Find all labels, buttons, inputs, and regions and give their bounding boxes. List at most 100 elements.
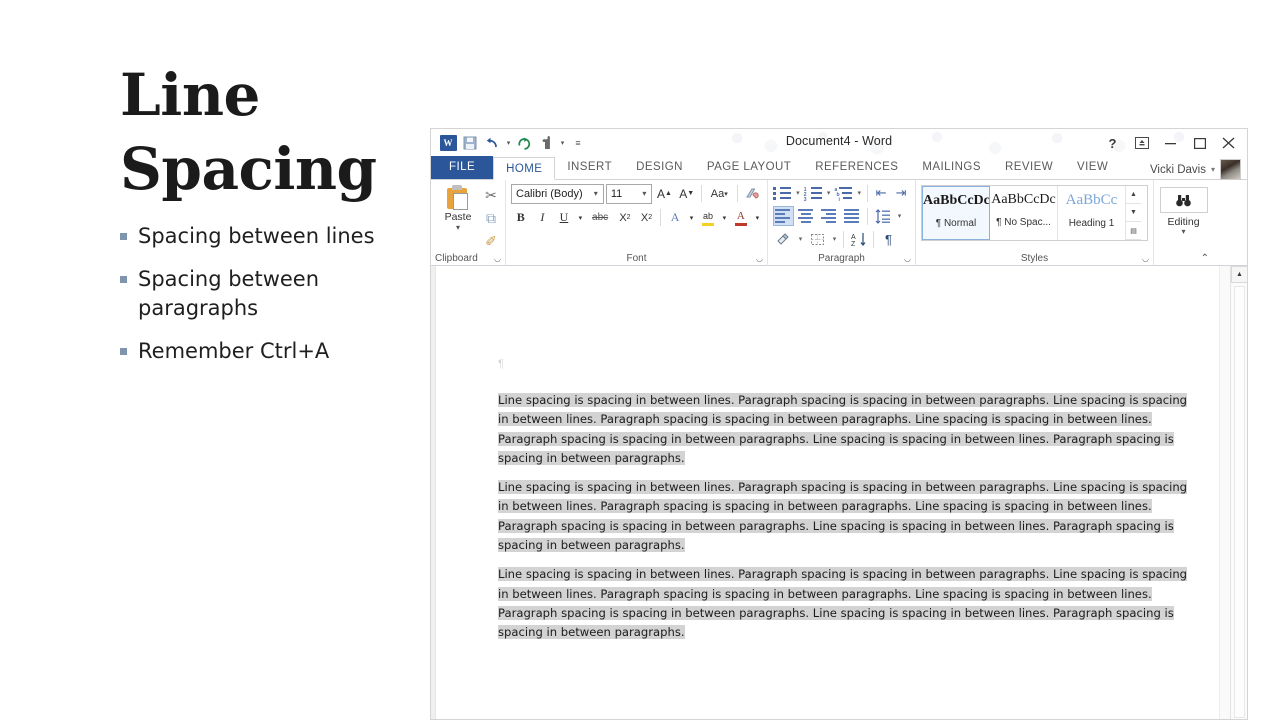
collapse-ribbon-button[interactable]: ⌃ bbox=[1201, 253, 1209, 264]
paragraph-dialog-launcher[interactable]: ◡ bbox=[904, 254, 911, 263]
paragraph-row-3: ▾ ▾ A Z ¶ bbox=[773, 229, 910, 249]
bullets-dropdown-caret[interactable]: ▾ bbox=[794, 189, 802, 197]
account-area[interactable]: Vicki Davis ▾ bbox=[1150, 159, 1241, 180]
bullet-square-icon bbox=[120, 233, 127, 240]
restore-button[interactable] bbox=[1185, 131, 1214, 155]
borders-dropdown-caret[interactable]: ▾ bbox=[830, 235, 839, 243]
divider bbox=[873, 230, 874, 248]
document-body[interactable]: Line spacing is spacing in between lines… bbox=[498, 391, 1189, 653]
word-window: W ↻ ▾ bbox=[430, 128, 1248, 720]
show-formatting-marks-button[interactable]: ¶ bbox=[878, 229, 899, 249]
increase-indent-button[interactable]: ⇥ bbox=[892, 183, 910, 203]
shading-icon bbox=[777, 232, 789, 245]
font-dialog-launcher[interactable]: ◡ bbox=[756, 254, 763, 263]
paragraph-row-2: ▾ bbox=[773, 206, 910, 226]
font-size-combo[interactable]: 11 ▾ bbox=[605, 183, 653, 204]
tab-design[interactable]: DESIGN bbox=[624, 156, 695, 179]
numbering-dropdown-caret[interactable]: ▾ bbox=[825, 189, 833, 197]
tab-review[interactable]: REVIEW bbox=[993, 156, 1065, 179]
copy-icon[interactable]: ⧉ bbox=[479, 207, 503, 230]
highlight-dropdown-caret[interactable]: ▾ bbox=[720, 207, 729, 228]
clipboard-dialog-launcher[interactable]: ◡ bbox=[494, 254, 501, 263]
borders-button[interactable] bbox=[807, 229, 828, 249]
close-button[interactable] bbox=[1214, 131, 1243, 155]
styles-scroll-down-button[interactable]: ▼ bbox=[1126, 204, 1141, 222]
sort-button[interactable]: A Z bbox=[848, 229, 869, 249]
document-paragraph[interactable]: Line spacing is spacing in between lines… bbox=[498, 565, 1189, 642]
scrollbar-track[interactable] bbox=[1234, 286, 1245, 718]
text-highlight-button[interactable]: ab bbox=[698, 207, 718, 228]
styles-more-button[interactable]: ▤ bbox=[1126, 222, 1141, 240]
font-color-button[interactable]: A bbox=[731, 207, 751, 228]
grow-font-button[interactable]: A ▲ bbox=[654, 183, 674, 204]
tab-insert[interactable]: INSERT bbox=[555, 156, 624, 179]
align-left-button[interactable] bbox=[773, 206, 794, 226]
text-effects-dropdown-caret[interactable]: ▾ bbox=[687, 207, 696, 228]
style-name: ¶ No Spac... bbox=[996, 217, 1051, 228]
tab-mailings[interactable]: MAILINGS bbox=[910, 156, 993, 179]
clear-formatting-button[interactable] bbox=[742, 183, 762, 204]
document-paragraph[interactable]: Line spacing is spacing in between lines… bbox=[498, 391, 1189, 468]
align-right-button[interactable] bbox=[819, 206, 840, 226]
chevron-down-icon[interactable]: ▾ bbox=[591, 189, 601, 198]
text-effects-button[interactable]: A bbox=[665, 207, 685, 228]
bullets-button[interactable] bbox=[773, 183, 792, 203]
bullet-square-icon bbox=[120, 347, 127, 355]
numbering-button[interactable]: 123 bbox=[804, 183, 823, 203]
format-painter-icon[interactable]: ✐ bbox=[479, 230, 503, 253]
svg-text:A: A bbox=[851, 234, 856, 241]
style-item-heading-1[interactable]: AaBbCс Heading 1 bbox=[1058, 186, 1126, 240]
subscript-button[interactable]: X2 bbox=[615, 207, 635, 228]
avatar[interactable] bbox=[1220, 159, 1241, 180]
vertical-scrollbar[interactable]: ▲ bbox=[1230, 266, 1247, 719]
tab-references[interactable]: REFERENCES bbox=[803, 156, 910, 179]
font-color-dropdown-caret[interactable]: ▾ bbox=[753, 207, 762, 228]
chevron-down-icon[interactable]: ▾ bbox=[1211, 165, 1215, 174]
clear-formatting-icon bbox=[746, 188, 760, 199]
shading-button[interactable] bbox=[773, 229, 794, 249]
superscript-button[interactable]: X2 bbox=[637, 207, 657, 228]
underline-dropdown-caret[interactable]: ▾ bbox=[576, 207, 585, 228]
borders-icon bbox=[811, 233, 824, 245]
decrease-indent-button[interactable]: ⇤ bbox=[872, 183, 890, 203]
chevron-down-icon[interactable]: ▾ bbox=[1160, 228, 1208, 236]
scroll-up-button[interactable]: ▲ bbox=[1231, 266, 1247, 283]
shading-dropdown-caret[interactable]: ▾ bbox=[796, 235, 805, 243]
tab-file[interactable]: FILE bbox=[431, 156, 494, 179]
tab-view[interactable]: VIEW bbox=[1065, 156, 1120, 179]
font-color-label: A bbox=[736, 209, 745, 222]
italic-button[interactable]: I bbox=[533, 207, 553, 228]
line-spacing-dropdown-caret[interactable]: ▾ bbox=[895, 212, 904, 220]
multilevel-list-button[interactable]: abi bbox=[834, 183, 853, 203]
grow-font-label: A bbox=[657, 186, 666, 201]
style-name: ¶ Normal bbox=[935, 218, 977, 229]
tab-home[interactable]: HOME bbox=[493, 157, 556, 180]
font-name-combo[interactable]: Calibri (Body) ▾ bbox=[511, 183, 604, 204]
subscript-label: X bbox=[619, 211, 627, 224]
chevron-down-icon[interactable]: ▾ bbox=[436, 224, 480, 232]
styles-scroll-up-button[interactable]: ▲ bbox=[1126, 186, 1141, 204]
strikethrough-button[interactable]: abc bbox=[587, 207, 613, 228]
line-spacing-button[interactable] bbox=[872, 206, 893, 226]
editing-button[interactable]: Editing ▾ bbox=[1159, 187, 1208, 236]
cut-icon[interactable]: ✂ bbox=[479, 184, 503, 207]
style-item-no-spacing[interactable]: AaBbCcDc ¶ No Spac... bbox=[990, 186, 1058, 240]
paste-button[interactable]: Paste ▾ bbox=[436, 183, 480, 232]
styles-dialog-launcher[interactable]: ◡ bbox=[1142, 254, 1149, 263]
shrink-font-button[interactable]: A ▼ bbox=[677, 183, 697, 204]
chevron-down-icon[interactable]: ▾ bbox=[639, 189, 649, 198]
tab-page-layout[interactable]: PAGE LAYOUT bbox=[695, 156, 803, 179]
align-center-button[interactable] bbox=[796, 206, 817, 226]
justify-button[interactable] bbox=[842, 206, 863, 226]
change-case-button[interactable]: Aa ▾ bbox=[706, 183, 733, 204]
document-page[interactable]: ¶ Line spacing is spacing in between lin… bbox=[435, 266, 1219, 719]
document-paragraph[interactable]: Line spacing is spacing in between lines… bbox=[498, 478, 1189, 555]
style-item-normal[interactable]: AaBbCcDc ¶ Normal bbox=[922, 186, 990, 240]
multilevel-dropdown-caret[interactable]: ▾ bbox=[855, 189, 863, 197]
ribbon-display-options-button[interactable] bbox=[1127, 131, 1156, 155]
minimize-button[interactable] bbox=[1156, 131, 1185, 155]
underline-button[interactable]: U bbox=[554, 207, 574, 228]
close-glyph bbox=[1222, 137, 1235, 149]
bold-button[interactable]: B bbox=[511, 207, 531, 228]
help-button[interactable]: ? bbox=[1098, 131, 1127, 155]
